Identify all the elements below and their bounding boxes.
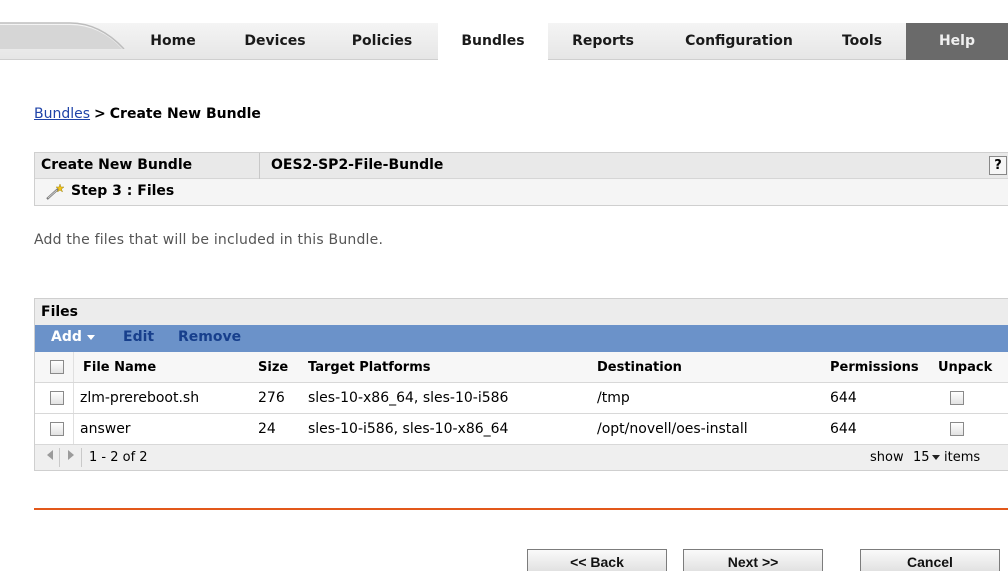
unpack-checkbox[interactable] bbox=[950, 391, 964, 405]
select-all-checkbox[interactable] bbox=[50, 360, 64, 374]
pager-divider bbox=[59, 448, 60, 467]
target-platforms-cell: sles-10-x86_64, sles-10-i586 bbox=[308, 390, 509, 406]
back-button[interactable]: << Back bbox=[527, 549, 667, 571]
pagination-bar: 1 - 2 of 2 show 15 items bbox=[35, 445, 1008, 470]
intro-text: Add the files that will be included in t… bbox=[34, 232, 384, 248]
triangle-left-icon[interactable] bbox=[47, 450, 53, 460]
remove-button[interactable]: Remove bbox=[178, 329, 241, 345]
row-checkbox[interactable] bbox=[50, 422, 64, 436]
destination-cell: /tmp bbox=[597, 390, 630, 406]
row-checkbox[interactable] bbox=[50, 391, 64, 405]
triangle-right-icon[interactable] bbox=[68, 450, 74, 460]
nav-tools[interactable]: Tools bbox=[824, 23, 900, 60]
nav-devices[interactable]: Devices bbox=[228, 23, 322, 60]
permissions-cell: 644 bbox=[830, 421, 857, 437]
wand-icon bbox=[46, 183, 65, 200]
step-row: Step 3 : Files bbox=[35, 179, 1008, 205]
col-unpack[interactable]: Unpack bbox=[938, 360, 992, 375]
edit-button[interactable]: Edit bbox=[123, 329, 154, 345]
table-row[interactable]: zlm-prereboot.sh 276 sles-10-x86_64, sle… bbox=[35, 383, 1008, 414]
nav-swoosh-decoration bbox=[0, 22, 125, 49]
col-permissions[interactable]: Permissions bbox=[830, 360, 919, 375]
file-name-cell: answer bbox=[80, 421, 131, 437]
col-destination[interactable]: Destination bbox=[597, 360, 682, 375]
file-name-cell: zlm-prereboot.sh bbox=[80, 390, 200, 406]
size-cell: 24 bbox=[258, 421, 276, 437]
files-panel-title: Files bbox=[35, 299, 1008, 325]
bundle-header-title-row: Create New Bundle OES2-SP2-File-Bundle ? bbox=[35, 153, 1008, 179]
destination-cell: /opt/novell/oes-install bbox=[597, 421, 748, 437]
cancel-button[interactable]: Cancel bbox=[860, 549, 1000, 571]
nav-policies[interactable]: Policies bbox=[336, 23, 428, 60]
header-divider bbox=[259, 153, 260, 179]
items-label: items bbox=[944, 450, 981, 465]
files-toolbar: Add Edit Remove bbox=[35, 325, 1008, 352]
column-divider bbox=[73, 414, 74, 444]
nav-reports[interactable]: Reports bbox=[556, 23, 650, 60]
show-label: show bbox=[870, 450, 904, 465]
page-size-select[interactable]: 15 bbox=[913, 450, 930, 465]
col-file-name[interactable]: File Name bbox=[83, 360, 156, 375]
next-button[interactable]: Next >> bbox=[683, 549, 823, 571]
chevron-down-icon[interactable] bbox=[932, 455, 940, 460]
permissions-cell: 644 bbox=[830, 390, 857, 406]
nav-configuration[interactable]: Configuration bbox=[664, 23, 814, 60]
step-label: Step 3 : Files bbox=[71, 183, 175, 199]
breadcrumb-current: Create New Bundle bbox=[109, 106, 261, 122]
files-panel: Files Add Edit Remove File Name Size Tar… bbox=[34, 298, 1008, 471]
breadcrumb-separator: > bbox=[94, 106, 106, 122]
col-target-platforms[interactable]: Target Platforms bbox=[308, 360, 431, 375]
add-menu-button[interactable]: Add bbox=[51, 329, 95, 345]
page-range: 1 - 2 of 2 bbox=[89, 450, 148, 465]
chevron-down-icon bbox=[86, 334, 95, 340]
size-cell: 276 bbox=[258, 390, 285, 406]
page-title: Create New Bundle bbox=[41, 157, 193, 173]
column-divider bbox=[73, 383, 74, 413]
unpack-checkbox[interactable] bbox=[950, 422, 964, 436]
add-label: Add bbox=[51, 329, 82, 345]
nav-home[interactable]: Home bbox=[132, 23, 214, 60]
nav-bundles[interactable]: Bundles bbox=[438, 23, 548, 61]
nav-help[interactable]: Help bbox=[906, 23, 1008, 60]
help-button[interactable]: ? bbox=[989, 156, 1007, 175]
bundle-name: OES2-SP2-File-Bundle bbox=[271, 157, 444, 173]
breadcrumb: Bundles > Create New Bundle bbox=[34, 106, 261, 122]
table-header-row: File Name Size Target Platforms Destinat… bbox=[35, 352, 1008, 383]
column-divider bbox=[73, 352, 74, 382]
breadcrumb-bundles-link[interactable]: Bundles bbox=[34, 106, 90, 122]
col-size[interactable]: Size bbox=[258, 360, 288, 375]
target-platforms-cell: sles-10-i586, sles-10-x86_64 bbox=[308, 421, 509, 437]
footer-divider bbox=[34, 508, 1008, 510]
bundle-header: Create New Bundle OES2-SP2-File-Bundle ?… bbox=[34, 152, 1008, 206]
pager-divider bbox=[81, 448, 82, 467]
table-row[interactable]: answer 24 sles-10-i586, sles-10-x86_64 /… bbox=[35, 414, 1008, 445]
